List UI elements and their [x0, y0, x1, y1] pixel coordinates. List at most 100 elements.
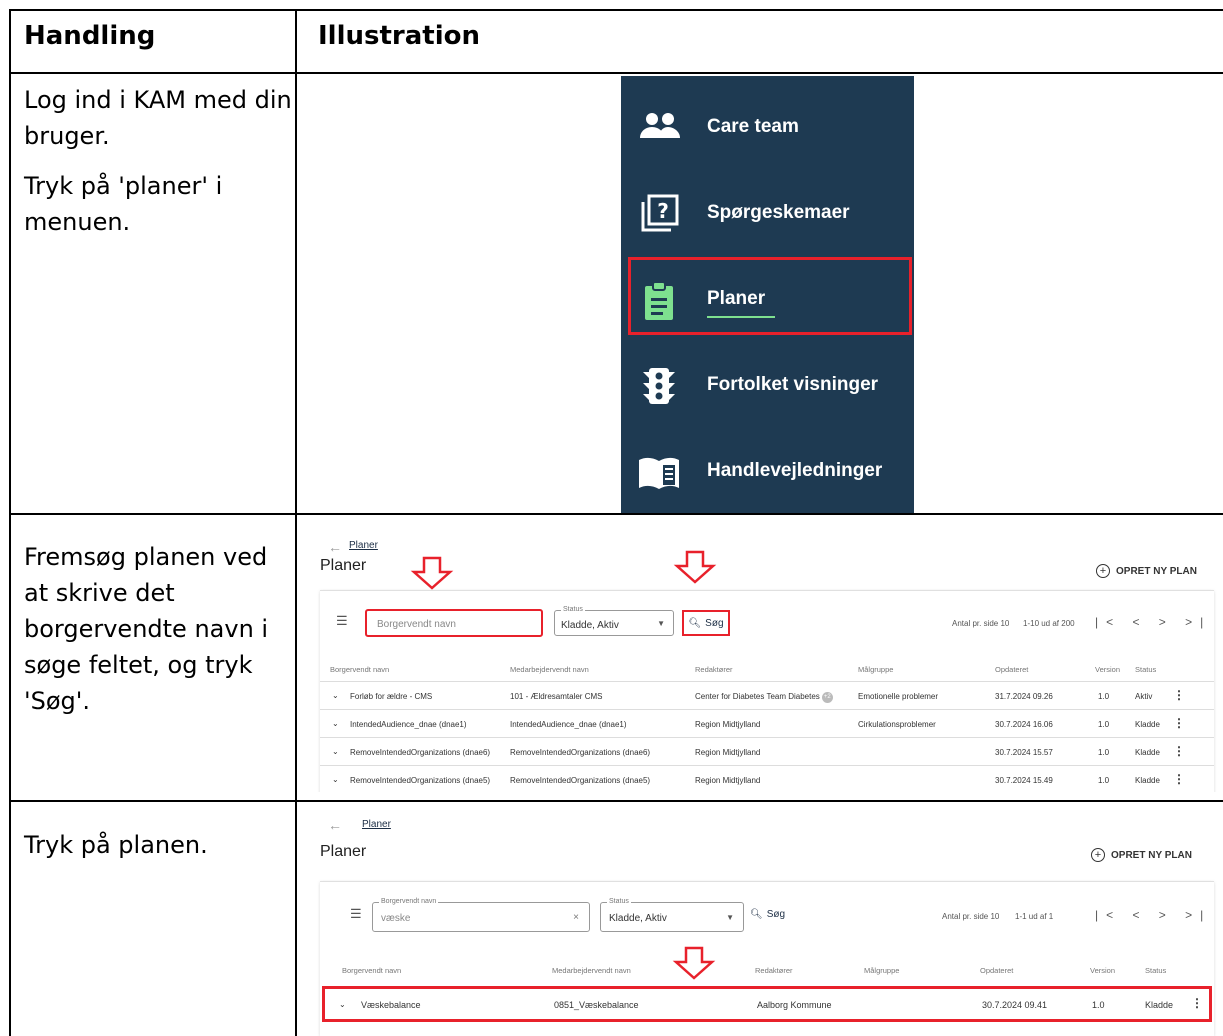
search-input[interactable]: Borgervendt navn: [365, 609, 543, 637]
column-header[interactable]: Målgruppe: [858, 665, 893, 674]
breadcrumb[interactable]: Planer: [362, 819, 391, 830]
table-row[interactable]: ⌄ IntendedAudience_dnae (dnae1) Intended…: [320, 710, 1214, 738]
cell: 1.0: [1098, 748, 1110, 757]
search-input[interactable]: Borgervendt navn væske ×: [372, 898, 590, 932]
menu-item-guides[interactable]: Handlevejledninger: [621, 428, 914, 513]
table-row[interactable]: ⌄ RemoveIntendedOrganizations (dnae6) Re…: [320, 738, 1214, 766]
step-1-line-2: Tryk på 'planer' i menuen.: [24, 172, 223, 236]
cell: 1.0: [1098, 776, 1110, 785]
cell: Emotionelle problemer: [858, 692, 939, 701]
table-row[interactable]: ⌄ Forløb for ældre - CMS 101 - Ældresamt…: [320, 682, 1214, 710]
cell: Cirkulationsproblemer: [858, 720, 936, 729]
cell: 30.7.2024 15.49: [995, 776, 1053, 785]
cell: 30.7.2024 16.06: [995, 720, 1053, 729]
column-header[interactable]: Status: [1135, 665, 1156, 674]
chevron-down-icon[interactable]: ⌄: [332, 747, 339, 756]
search-icon: 🔍︎: [750, 909, 763, 920]
chevron-down-icon[interactable]: ⌄: [332, 719, 339, 728]
column-header[interactable]: Opdateret: [995, 665, 1028, 674]
plans-card: ☰ Borgervendt navn væske × Status Kladde…: [320, 881, 1214, 1036]
status-select[interactable]: Status Kladde, Aktiv ▼: [554, 606, 674, 636]
table-row[interactable]: ⌄ RemoveIntendedOrganizations (dnae5) Re…: [320, 766, 1214, 792]
more-vert-icon[interactable]: ⋮: [1173, 688, 1185, 702]
status-select[interactable]: Status Kladde, Aktiv ▼: [600, 898, 744, 932]
cell: Region Midtjylland: [695, 776, 761, 785]
cell: 1.0: [1098, 692, 1110, 701]
column-header[interactable]: Borgervendt navn: [342, 966, 401, 975]
page-range: 1-1 ud af 1: [1015, 912, 1054, 921]
column-header[interactable]: Status: [1145, 966, 1166, 975]
column-header[interactable]: Borgervendt navn: [330, 665, 389, 674]
more-vert-icon[interactable]: ⋮: [1173, 772, 1185, 786]
column-header[interactable]: Målgruppe: [864, 966, 899, 975]
questionnaire-icon: ?: [641, 194, 679, 232]
table-border-top: [9, 9, 1223, 11]
pagination-nav[interactable]: |< < > >|: [1095, 615, 1211, 629]
menu-item-questionnaires[interactable]: ? Spørgeskemaer: [621, 170, 914, 256]
rows-per-page[interactable]: Antal pr. side 10: [952, 619, 1009, 628]
column-header[interactable]: Opdateret: [980, 966, 1013, 975]
rows-per-page[interactable]: Antal pr. side 10: [942, 912, 999, 921]
cell: 30.7.2024 09.41: [982, 1000, 1048, 1010]
menu-label: Fortolket visninger: [707, 374, 879, 395]
navigation-menu: Care team ? Spørgeskemaer Planer Fortolk…: [621, 76, 914, 513]
column-header[interactable]: Version: [1095, 665, 1120, 674]
menu-item-care-team[interactable]: Care team: [621, 84, 914, 170]
cell: Kladde: [1135, 720, 1160, 729]
search-button[interactable]: 🔍︎ Søg: [750, 909, 785, 920]
chevron-down-icon[interactable]: ⌄: [332, 691, 339, 700]
menu-item-interpreted-views[interactable]: Fortolket visninger: [621, 342, 914, 428]
column-header[interactable]: Medarbejdervendt navn: [510, 665, 589, 674]
page-title: Planer: [320, 557, 367, 574]
clear-icon[interactable]: ×: [573, 912, 579, 923]
cell: 1.0: [1092, 1000, 1105, 1010]
chevron-down-icon[interactable]: ⌄: [332, 775, 339, 784]
caret-down-icon: ▼: [726, 913, 734, 922]
column-header[interactable]: Redaktører: [695, 665, 733, 674]
column-header[interactable]: Redaktører: [755, 966, 793, 975]
more-vert-icon[interactable]: ⋮: [1173, 744, 1185, 758]
more-vert-icon[interactable]: ⋮: [1173, 716, 1185, 730]
step-2-line-1: Fremsøg planen ved at skrive det borgerv…: [24, 543, 269, 715]
header-illustration: Illustration: [318, 21, 480, 51]
back-arrow-icon[interactable]: ←: [328, 817, 342, 833]
new-plan-button[interactable]: + OPRET NY PLAN: [1096, 564, 1197, 578]
back-arrow-icon[interactable]: ←: [328, 539, 342, 555]
cell: 1.0: [1098, 720, 1110, 729]
cell: Aktiv: [1135, 692, 1153, 701]
highlight-box-planer: [628, 257, 912, 335]
caret-down-icon: ▼: [657, 619, 665, 628]
cell: 101 - Ældresamtaler CMS: [510, 692, 603, 701]
filter-icon[interactable]: ☰: [350, 906, 362, 922]
plans-card: ☰ Borgervendt navn Status Kladde, Aktiv …: [320, 590, 1214, 792]
table-row[interactable]: ⌄ Væskebalance 0851_Væskebalance Aalborg…: [322, 986, 1212, 1022]
column-header[interactable]: Medarbejdervendt navn: [552, 966, 631, 975]
cell: Kladde: [1135, 748, 1160, 757]
cell: Væskebalance: [361, 1000, 421, 1010]
new-plan-label: OPRET NY PLAN: [1111, 849, 1192, 861]
more-vert-icon[interactable]: ⋮: [1191, 996, 1203, 1010]
table-border-left: [9, 9, 11, 1036]
search-button-label: Søg: [705, 617, 724, 629]
more-badge: +2: [821, 692, 833, 703]
search-button[interactable]: 🔍︎ Søg: [682, 610, 730, 636]
down-arrow-annotation-3: [672, 946, 716, 980]
new-plan-button[interactable]: + OPRET NY PLAN: [1091, 848, 1192, 862]
status-label: Status: [607, 898, 631, 905]
down-arrow-annotation-1: [410, 556, 454, 590]
cell: Kladde: [1145, 1000, 1174, 1010]
step-1-line-1: Log ind i KAM med din bruger.: [24, 86, 292, 150]
menu-label: Spørgeskemaer: [707, 202, 850, 223]
status-value: Kladde, Aktiv: [561, 620, 619, 631]
filter-icon[interactable]: ☰: [336, 613, 348, 629]
row-divider-2: [9, 800, 1223, 802]
status-label: Status: [561, 606, 585, 613]
breadcrumb[interactable]: Planer: [349, 540, 378, 551]
new-plan-label: OPRET NY PLAN: [1116, 565, 1197, 577]
search-button-label: Søg: [766, 909, 786, 920]
column-header[interactable]: Version: [1090, 966, 1115, 975]
chevron-down-icon[interactable]: ⌄: [339, 1000, 346, 1009]
traffic-light-icon: [643, 368, 675, 404]
cell: Aalborg Kommune: [757, 1000, 832, 1010]
pagination-nav[interactable]: |< < > >|: [1095, 908, 1211, 922]
